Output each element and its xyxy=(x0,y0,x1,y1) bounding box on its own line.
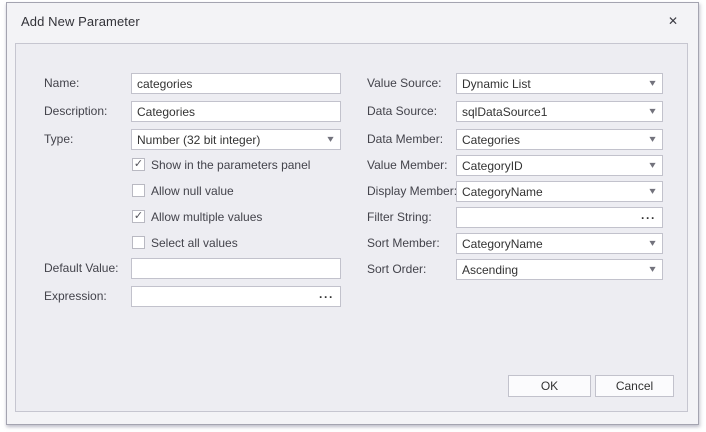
expression-label: Expression: xyxy=(44,289,107,303)
add-new-parameter-dialog: Add New Parameter ✕ Name: Description: T… xyxy=(6,2,699,425)
display-member-dropdown-value: CategoryName xyxy=(462,185,647,199)
checkbox-label: Allow multiple values xyxy=(151,210,262,224)
chevron-down-icon[interactable]: ▾ xyxy=(646,135,660,145)
default-value-input[interactable] xyxy=(131,258,341,279)
form-panel: Name: Description: Type: Number (32 bit … xyxy=(15,43,688,412)
ellipsis-icon[interactable]: ··· xyxy=(639,213,658,223)
value-source-dropdown[interactable]: Dynamic List ▾ xyxy=(456,73,663,94)
checkbox-label: Select all values xyxy=(151,236,238,250)
data-member-dropdown[interactable]: Categories ▾ xyxy=(456,129,663,150)
sort-order-dropdown[interactable]: Ascending ▾ xyxy=(456,259,663,280)
data-source-dropdown-value: sqlDataSource1 xyxy=(462,105,647,119)
chevron-down-icon[interactable]: ▾ xyxy=(646,239,660,249)
close-icon[interactable]: ✕ xyxy=(664,12,682,30)
value-member-dropdown-value: CategoryID xyxy=(462,159,647,173)
sort-member-dropdown-value: CategoryName xyxy=(462,237,647,251)
chevron-down-icon[interactable]: ▾ xyxy=(646,107,660,117)
chevron-down-icon[interactable]: ▾ xyxy=(646,187,660,197)
name-input[interactable] xyxy=(131,73,341,94)
description-input[interactable] xyxy=(131,101,341,122)
expression-input[interactable]: ··· xyxy=(131,286,341,307)
checkbox-icon[interactable] xyxy=(132,184,145,197)
chevron-down-icon[interactable]: ▾ xyxy=(646,161,660,171)
checkbox-select-all-values[interactable]: Select all values xyxy=(132,235,342,252)
type-dropdown[interactable]: Number (32 bit integer) ▾ xyxy=(131,129,341,150)
checkbox-icon[interactable]: ✓ xyxy=(132,158,145,171)
default-value-label: Default Value: xyxy=(44,261,119,275)
value-member-label: Value Member: xyxy=(367,158,447,172)
filter-string-label: Filter String: xyxy=(367,210,432,224)
value-source-label: Value Source: xyxy=(367,76,442,90)
sort-member-dropdown[interactable]: CategoryName ▾ xyxy=(456,233,663,254)
chevron-down-icon[interactable]: ▾ xyxy=(324,135,338,145)
dialog-title: Add New Parameter xyxy=(21,14,140,29)
chevron-down-icon[interactable]: ▾ xyxy=(646,265,660,275)
value-member-dropdown[interactable]: CategoryID ▾ xyxy=(456,155,663,176)
checkbox-icon[interactable]: ✓ xyxy=(132,210,145,223)
cancel-button[interactable]: Cancel xyxy=(595,375,674,397)
sort-order-label: Sort Order: xyxy=(367,262,426,276)
display-member-label: Display Member: xyxy=(367,184,457,198)
checkbox-label: Allow null value xyxy=(151,184,234,198)
checkbox-show-in-parameters-panel[interactable]: ✓ Show in the parameters panel xyxy=(132,157,342,174)
checkbox-label: Show in the parameters panel xyxy=(151,158,310,172)
data-source-dropdown[interactable]: sqlDataSource1 ▾ xyxy=(456,101,663,122)
ellipsis-icon[interactable]: ··· xyxy=(317,292,336,302)
filter-string-input[interactable]: ··· xyxy=(456,207,663,228)
data-source-label: Data Source: xyxy=(367,104,437,118)
title-bar: Add New Parameter ✕ xyxy=(7,3,698,43)
checkbox-icon[interactable] xyxy=(132,236,145,249)
chevron-down-icon[interactable]: ▾ xyxy=(646,79,660,89)
display-member-dropdown[interactable]: CategoryName ▾ xyxy=(456,181,663,202)
name-label: Name: xyxy=(44,76,79,90)
description-label: Description: xyxy=(44,104,107,118)
checkbox-allow-multiple-values[interactable]: ✓ Allow multiple values xyxy=(132,209,342,226)
data-member-dropdown-value: Categories xyxy=(462,133,647,147)
type-label: Type: xyxy=(44,132,73,146)
checkbox-allow-null-value[interactable]: Allow null value xyxy=(132,183,342,200)
type-dropdown-value: Number (32 bit integer) xyxy=(137,133,325,147)
data-member-label: Data Member: xyxy=(367,132,443,146)
sort-member-label: Sort Member: xyxy=(367,236,440,250)
ok-button[interactable]: OK xyxy=(508,375,591,397)
sort-order-dropdown-value: Ascending xyxy=(462,263,647,277)
value-source-dropdown-value: Dynamic List xyxy=(462,77,647,91)
